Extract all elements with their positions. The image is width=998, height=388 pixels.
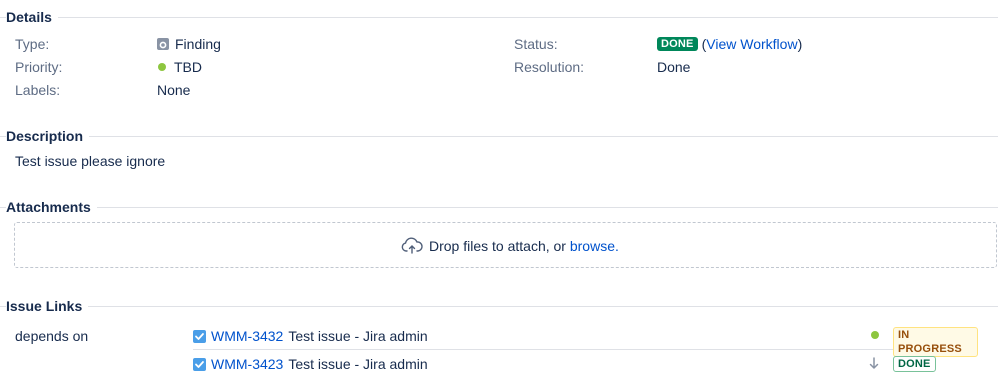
description-title: Description	[6, 127, 90, 145]
section-divider	[0, 17, 998, 18]
priority-value: TBD	[174, 59, 202, 75]
link-relation-label: depends on	[15, 328, 89, 344]
issue-link-row: WMM-3423 Test issue - Jira admin DONE	[193, 349, 978, 378]
status-label: Status:	[514, 36, 558, 52]
status-field: DONE ( View Workflow )	[657, 36, 802, 52]
priority-label: Priority:	[15, 59, 63, 75]
section-divider	[0, 306, 998, 307]
priority-dot-icon	[871, 331, 879, 339]
attachments-section-header: Attachments	[0, 198, 998, 216]
cloud-upload-icon	[401, 237, 423, 255]
priority-field: TBD	[158, 59, 202, 75]
issue-key-link[interactable]: WMM-3432	[211, 328, 283, 344]
browse-link[interactable]: browse.	[570, 238, 619, 254]
section-divider	[0, 207, 998, 208]
view-workflow-link[interactable]: View Workflow	[706, 36, 797, 52]
resolution-label: Resolution:	[514, 59, 585, 75]
type-label: Type:	[15, 36, 50, 52]
issue-link-row: WMM-3432 Test issue - Jira admin IN PROG…	[193, 320, 978, 357]
details-title: Details	[6, 8, 58, 26]
attachment-dropzone[interactable]: Drop files to attach, or browse.	[14, 222, 997, 268]
dropzone-content: Drop files to attach, or browse.	[401, 237, 619, 255]
status-badge: DONE	[657, 37, 698, 51]
type-field: Finding	[157, 36, 221, 52]
issue-key-link[interactable]: WMM-3423	[211, 356, 283, 372]
issue-links-section-header: Issue Links	[0, 297, 998, 315]
issue-links-title: Issue Links	[6, 297, 89, 315]
task-checkbox-icon	[193, 357, 206, 371]
arrow-down-icon	[869, 357, 879, 373]
finding-type-icon	[157, 38, 169, 50]
resolution-value: Done	[657, 59, 691, 75]
description-section-header: Description	[0, 127, 998, 145]
labels-label: Labels:	[15, 82, 61, 98]
details-section-header: Details	[0, 8, 998, 26]
attachments-title: Attachments	[6, 198, 97, 216]
status-badge: DONE	[893, 356, 936, 372]
section-divider	[0, 136, 998, 137]
priority-dot-icon	[158, 63, 166, 71]
dropzone-text: Drop files to attach, or	[429, 238, 570, 254]
status-close-paren: )	[797, 36, 803, 52]
labels-value: None	[157, 82, 191, 98]
description-text[interactable]: Test issue please ignore	[15, 153, 165, 169]
issue-summary[interactable]: Test issue - Jira admin	[288, 356, 427, 372]
task-checkbox-icon	[193, 329, 206, 343]
type-value: Finding	[175, 36, 221, 52]
issue-summary[interactable]: Test issue - Jira admin	[288, 328, 427, 344]
